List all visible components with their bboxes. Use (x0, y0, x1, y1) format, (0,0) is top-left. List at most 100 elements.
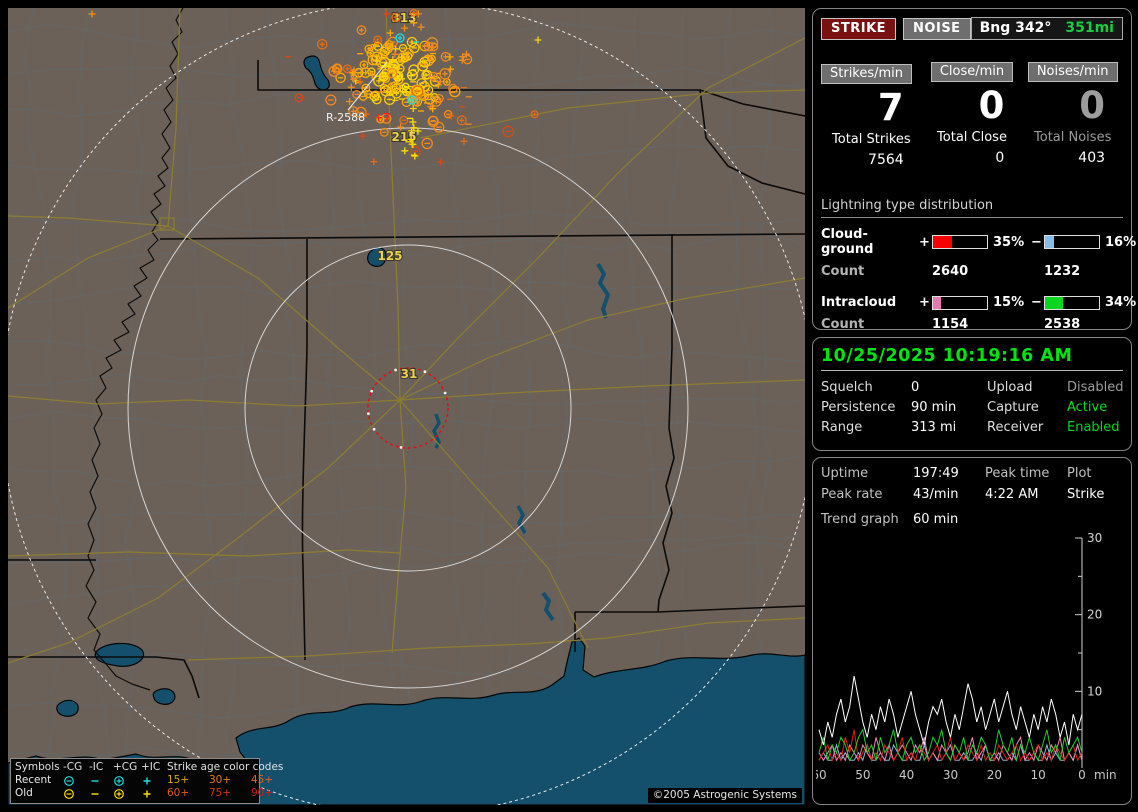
trend-graph-value: 60 min (913, 512, 959, 527)
circle-minus-icon (63, 775, 89, 787)
svg-text:+7: +7 (374, 111, 391, 124)
peak-rate-label: Peak rate (821, 487, 883, 502)
uptime-label: Uptime (821, 466, 869, 481)
svg-text:min: min (1094, 768, 1117, 782)
legend-col-neg-cg: -CG (63, 761, 83, 773)
svg-text:31: 31 (401, 367, 418, 381)
peak-time-label: Peak time (985, 466, 1050, 481)
trend-chart: 10 20 30 60 50 40 30 20 10 0 min (811, 531, 1117, 782)
capture-label: Capture (987, 400, 1039, 415)
age-60: 60+ (167, 787, 190, 799)
total-noises-value: 403 (1078, 150, 1106, 166)
total-strikes-value: 7564 (868, 152, 904, 168)
cg-positive-pct: 35% (993, 234, 1025, 250)
cg-negative-pct: 16% (1105, 234, 1137, 250)
cg-negative-bar (1044, 235, 1100, 249)
upload-label: Upload (987, 380, 1033, 395)
map-symbol-legend: Symbols -CG -IC +CG +IC Strike age color… (10, 758, 283, 804)
legend-age-header: Strike age color codes (167, 761, 284, 773)
close-per-min-header: Close/min (930, 62, 1014, 82)
intracloud-label: Intracloud (821, 295, 897, 310)
peak-rate-value: 43/min (913, 487, 959, 502)
legend-recent-label: Recent (15, 774, 52, 786)
cg-count-label: Count (821, 264, 865, 279)
age-90: 90+ (251, 787, 274, 799)
noises-per-min-header: Noises/min (1027, 62, 1118, 82)
uptime-value: 197:49 (913, 466, 959, 481)
copyright-text: ©2005 Astrogenic Systems (647, 788, 802, 803)
plot-label: Plot (1067, 466, 1092, 481)
ic-positive-pct: 15% (993, 295, 1025, 310)
ic-positive-bar (932, 295, 988, 310)
plus-sign: + (919, 234, 930, 250)
svg-text:40: 40 (899, 768, 914, 782)
svg-text:30: 30 (943, 768, 958, 782)
cg-positive-count: 2640 (932, 264, 969, 279)
plot-mode-value: Strike (1067, 487, 1105, 502)
circle-minus-icon (63, 788, 89, 800)
receiver-status: Enabled (1067, 420, 1120, 435)
counts-panel: STRIKE NOISE Bng 342° 351mi Strikes/min … (812, 8, 1136, 332)
svg-text:125: 125 (377, 249, 402, 263)
plus-icon (141, 788, 167, 800)
minus-sign: − (1031, 295, 1042, 310)
plus-icon (141, 775, 167, 787)
total-strikes-label: Total Strikes (832, 132, 911, 147)
svg-text:30: 30 (1087, 531, 1102, 545)
strikes-per-min-value: 7 (877, 86, 904, 129)
svg-text:10: 10 (1031, 768, 1046, 782)
minus-icon (89, 788, 113, 800)
strikes-per-min-header: Strikes/min (821, 64, 913, 84)
squelch-value: 0 (911, 380, 920, 395)
plus-sign: + (919, 295, 930, 310)
minus-icon (89, 775, 113, 787)
minus-sign: − (1031, 234, 1042, 250)
bearing-distance: 351mi (1065, 20, 1114, 36)
distribution-title: Lightning type distribution (821, 198, 1123, 218)
circle-plus-icon (113, 775, 141, 787)
lightning-map[interactable]: 313 215 125 31 R-2588 +7 Symbols -CG -IC +CG… (8, 8, 805, 805)
peak-time-value: 4:22 AM (985, 487, 1039, 502)
bearing-label: Bng 342° (979, 20, 1052, 36)
cloud-ground-label: Cloud-ground (821, 227, 874, 257)
svg-text:10: 10 (1087, 684, 1102, 698)
total-noises-label: Total Noises (1034, 130, 1112, 145)
age-75: 75+ (209, 787, 232, 799)
legend-col-pos-cg: +CG (113, 761, 138, 773)
svg-text:50: 50 (855, 768, 870, 782)
age-15: 15+ (167, 774, 190, 786)
persistence-label: Persistence (821, 400, 896, 415)
legend-old-label: Old (15, 787, 33, 799)
ic-positive-count: 1154 (932, 317, 969, 332)
map-canvas[interactable]: 31321512531 R-2588 +7 (8, 8, 805, 805)
close-per-min-value: 0 (978, 84, 1005, 127)
age-45: 45+ (251, 774, 274, 786)
capture-status: Active (1067, 400, 1108, 415)
noise-mode-button[interactable]: NOISE (903, 17, 971, 40)
ic-negative-pct: 34% (1105, 295, 1137, 310)
svg-text:R-2588: R-2588 (326, 111, 365, 124)
legend-col-neg-ic: -IC (89, 761, 104, 773)
ic-negative-count: 2538 (1044, 317, 1081, 332)
range-value: 313 mi (911, 420, 957, 435)
svg-text:20: 20 (987, 768, 1002, 782)
datetime-display: 10/25/2025 10:19:16 AM (821, 346, 1073, 366)
age-30: 30+ (209, 774, 232, 786)
upload-status: Disabled (1067, 380, 1124, 395)
total-close-value: 0 (995, 150, 1005, 166)
receiver-label: Receiver (987, 420, 1044, 435)
ic-negative-bar (1044, 295, 1100, 310)
persistence-value: 90 min (911, 400, 957, 415)
circle-plus-icon (113, 788, 141, 800)
legend-col-pos-ic: +IC (141, 761, 161, 773)
nexstorm-app: 313 215 125 31 R-2588 +7 Symbols -CG -IC +CG… (0, 0, 1138, 812)
datetime-rule (821, 370, 1123, 371)
svg-text:0: 0 (1078, 768, 1086, 782)
strike-mode-button[interactable]: STRIKE (821, 17, 897, 40)
svg-text:60: 60 (816, 768, 827, 782)
cg-negative-count: 1232 (1044, 264, 1081, 279)
ic-count-label: Count (821, 317, 865, 332)
noises-per-min-value: 0 (1079, 84, 1106, 127)
trend-graph-label: Trend graph (821, 512, 899, 527)
cg-positive-bar (932, 235, 988, 249)
